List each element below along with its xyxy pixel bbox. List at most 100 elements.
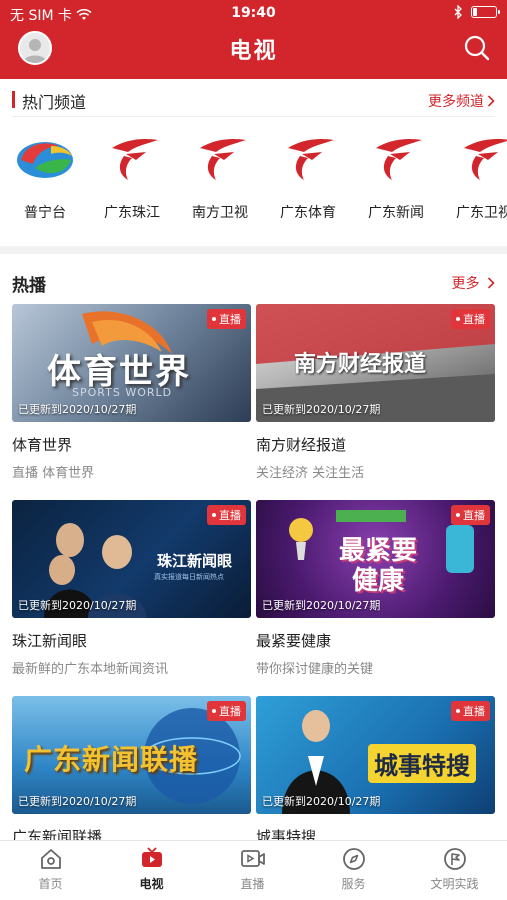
program-title: 珠江新闻眼 (12, 632, 88, 650)
thumbnail-title-art: 广东新闻联播 (24, 743, 199, 776)
updated-label: 已更新到2020/10/27期 (18, 599, 137, 612)
updated-label: 已更新到2020/10/27期 (262, 599, 381, 612)
program-thumbnail[interactable]: 广东新闻联播 直播 已更新到2020/10/27期 (12, 696, 251, 814)
channel-name: 广东珠江 (104, 205, 160, 221)
program-thumbnail[interactable]: 南方财经报道 直播 已更新到2020/10/27期 (256, 304, 495, 422)
status-bar: 无 SIM 卡 19:40 (0, 0, 507, 27)
hot-play-more-link[interactable]: 更多 (452, 273, 495, 293)
channel-item[interactable]: 广东体育 (268, 134, 348, 222)
live-dot (456, 709, 460, 713)
section-gap (0, 246, 507, 254)
live-badge: 直播 (207, 505, 246, 525)
tv-icon (141, 847, 162, 867)
battery-icon (471, 6, 500, 18)
program-card[interactable]: 珠江新闻眼 真实报道每日新闻热点 直播 已更新到2020/10/27期 珠江新闻… (12, 500, 251, 677)
status-right (454, 5, 500, 19)
program-subtitle: 带你探讨健康的关键 (256, 662, 374, 677)
puning-logo-icon (17, 142, 73, 178)
program-thumbnail[interactable]: 最紧要健康 直播 已更新到2020/10/27期 (256, 500, 495, 618)
program-subtitle: 最新鲜的广东本地新闻资讯 (12, 662, 169, 677)
updated-label: 已更新到2020/10/27期 (18, 795, 137, 808)
live-badge-label: 直播 (463, 509, 485, 522)
live-badge-label: 直播 (463, 313, 485, 326)
hot-channels-header: 热门频道 更多频道 (0, 81, 507, 117)
tab-label: 首页 (38, 877, 63, 891)
program-card[interactable]: 体育世界 SPORTS WORLD 直播 已更新到2020/10/27期 体育世… (12, 304, 251, 481)
tab-live[interactable]: 直播 (202, 847, 303, 892)
program-card[interactable]: 城事特搜 直播 已更新到2020/10/27期 城事特搜 (256, 696, 495, 847)
tab-services[interactable]: 服务 (303, 847, 404, 892)
live-badge: 直播 (451, 701, 490, 721)
page-title: 电视 (229, 39, 278, 64)
channel-name: 普宁台 (24, 205, 66, 221)
battery-level (473, 8, 477, 16)
search-icon[interactable] (463, 34, 491, 62)
channel-item[interactable]: 广东卫视 (444, 134, 507, 222)
program-thumbnail[interactable]: 体育世界 SPORTS WORLD 直播 已更新到2020/10/27期 (12, 304, 251, 422)
bluetooth-icon (454, 5, 462, 19)
tab-civilization[interactable]: 文明实践 (404, 847, 505, 892)
status-time: 19:40 (231, 5, 276, 21)
gdtv-logo-icon (464, 139, 507, 180)
program-thumbnail[interactable]: 珠江新闻眼 真实报道每日新闻热点 直播 已更新到2020/10/27期 (12, 500, 251, 618)
channel-item[interactable]: 广东珠江 (92, 134, 172, 222)
flag-badge-icon (443, 848, 466, 870)
updated-label: 已更新到2020/10/27期 (18, 403, 137, 416)
bottom-tab-bar: 首页 电视 直播 服务 文明实践 (0, 840, 507, 900)
updated-label: 已更新到2020/10/27期 (262, 795, 381, 808)
channel-name: 广东新闻 (368, 205, 424, 221)
gdtv-logo-icon (376, 138, 422, 180)
more-channels-link[interactable]: 更多频道 (428, 91, 495, 111)
hot-play-more-label: 更多 (451, 276, 480, 292)
live-badge-label: 直播 (219, 313, 241, 326)
channel-name: 广东体育 (280, 205, 336, 221)
live-dot (212, 317, 216, 321)
updated-label: 已更新到2020/10/27期 (262, 403, 381, 416)
program-title: 体育世界 (12, 436, 73, 454)
thumbnail-subtitle-art: 真实报道每日新闻热点 (154, 573, 224, 581)
hot-channels-list: 普宁台 广东珠江 南方卫视 广东体育 广东新闻 广东卫视 (0, 134, 507, 234)
app-header: 无 SIM 卡 19:40 电视 (0, 0, 507, 79)
tab-label: 电视 (139, 877, 164, 891)
section-divider-line (12, 116, 495, 117)
live-badge-label: 直播 (219, 509, 241, 522)
channel-name: 南方卫视 (192, 205, 248, 221)
live-badge: 直播 (451, 309, 490, 329)
tab-home[interactable]: 首页 (0, 847, 101, 892)
live-badge-label: 直播 (219, 705, 241, 718)
program-thumbnail[interactable]: 城事特搜 直播 已更新到2020/10/27期 (256, 696, 495, 814)
thumbnail-subtitle-art: SPORTS WORLD (72, 386, 173, 399)
gdtv-logo-icon (112, 138, 158, 180)
thumbnail-title-art: 城事特搜 (368, 744, 476, 783)
channel-item[interactable]: 广东新闻 (356, 134, 436, 222)
live-badge: 直播 (451, 505, 490, 525)
live-dot (456, 317, 460, 321)
program-card[interactable]: 广东新闻联播 直播 已更新到2020/10/27期 广东新闻联播 (12, 696, 251, 847)
tab-tv[interactable]: 电视 (101, 847, 202, 892)
chevron-right-icon (487, 95, 495, 107)
thumbnail-title-art: 珠江新闻眼 (157, 552, 233, 570)
program-subtitle: 直播 体育世界 (12, 466, 95, 481)
live-badge: 直播 (207, 701, 246, 721)
thumbnail-title-art: 最紧要健康 (338, 536, 417, 596)
live-dot (456, 513, 460, 517)
program-subtitle: 关注经济 关注生活 (256, 466, 365, 481)
more-channels-label: 更多频道 (428, 94, 484, 110)
live-video-icon (240, 850, 265, 867)
program-card[interactable]: 最紧要健康 直播 已更新到2020/10/27期 最紧要健康 带你探讨健康的关键 (256, 500, 495, 677)
tab-label: 文明实践 (430, 877, 479, 891)
thumbnail-title-art: 南方财经报道 (294, 352, 427, 377)
section-accent-bar (12, 91, 15, 108)
gdtv-logo-icon (200, 138, 246, 180)
chevron-right-icon (487, 277, 495, 289)
compass-icon (342, 848, 365, 870)
channel-item[interactable]: 南方卫视 (180, 134, 260, 222)
live-dot (212, 513, 216, 517)
program-title: 最紧要健康 (256, 632, 332, 650)
channel-item[interactable]: 普宁台 (5, 134, 85, 222)
channel-name: 广东卫视 (456, 205, 507, 221)
hot-channels-title: 热门频道 (22, 93, 87, 112)
program-title: 南方财经报道 (256, 436, 347, 454)
program-card[interactable]: 南方财经报道 直播 已更新到2020/10/27期 南方财经报道 关注经济 关注… (256, 304, 495, 481)
live-badge: 直播 (207, 309, 246, 329)
